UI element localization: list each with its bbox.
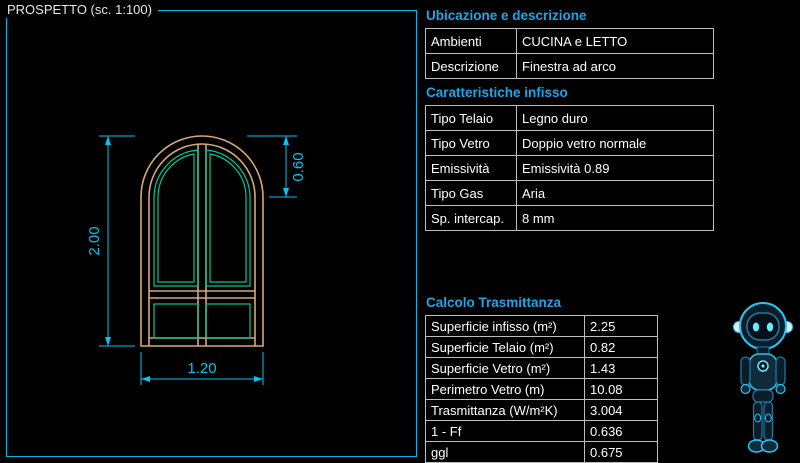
dim-height-label: 2.00 (86, 226, 103, 255)
table-row: Trasmittanza (W/m²K) 3.004 (426, 400, 658, 421)
row-value: 0.636 (585, 421, 658, 442)
section-title-ubicazione: Ubicazione e descrizione (426, 8, 735, 24)
row-value: Doppio vetro normale (517, 131, 714, 156)
mascot-legs (749, 402, 778, 452)
row-label: ggl (426, 442, 585, 463)
row-label: Emissività (426, 156, 517, 181)
table-row: ggl 0.675 (426, 442, 658, 463)
row-label: Tipo Vetro (426, 131, 517, 156)
row-label: Superficie Vetro (m²) (426, 358, 585, 379)
mascot-body (741, 347, 785, 402)
dim-width-label: 1.20 (187, 360, 216, 377)
trasmittanza-table: Superficie infisso (m²) 2.25 Superficie … (425, 315, 658, 463)
caratteristiche-table: Tipo Telaio Legno duro Tipo Vetro Doppio… (425, 105, 714, 231)
table-row: Superficie Telaio (m²) 0.82 (426, 337, 658, 358)
table-row: Sp. intercap. 8 mm (426, 206, 714, 231)
row-value: 0.82 (585, 337, 658, 358)
row-value: Legno duro (517, 106, 714, 131)
row-value: 2.25 (585, 316, 658, 337)
table-row: Superficie Vetro (m²) 1.43 (426, 358, 658, 379)
table-row: Perimetro Vetro (m) 10.08 (426, 379, 658, 400)
section-title-caratteristiche: Caratteristiche infisso (426, 85, 735, 101)
row-value: Emissività 0.89 (517, 156, 714, 181)
row-label: Superficie infisso (m²) (426, 316, 585, 337)
table-row: Tipo Vetro Doppio vetro normale (426, 131, 714, 156)
row-label: Trasmittanza (W/m²K) (426, 400, 585, 421)
table-row: Descrizione Finestra ad arco (426, 54, 714, 79)
row-label: Tipo Gas (426, 181, 517, 206)
row-label: Tipo Telaio (426, 106, 517, 131)
row-value: 1.43 (585, 358, 658, 379)
mascot-head (734, 303, 793, 349)
row-label: 1 - Ff (426, 421, 585, 442)
row-value: 8 mm (517, 206, 714, 231)
section-title-trasmittanza: Calcolo Trasmittanza (426, 295, 735, 311)
window-glass-lines (154, 150, 250, 338)
row-value: Finestra ad arco (517, 54, 714, 79)
robot-mascot (731, 300, 795, 458)
table-row: Emissività Emissività 0.89 (426, 156, 714, 181)
table-row: Tipo Telaio Legno duro (426, 106, 714, 131)
row-label: Superficie Telaio (m²) (426, 337, 585, 358)
row-label: Descrizione (426, 54, 517, 79)
row-label: Sp. intercap. (426, 206, 517, 231)
row-value: Aria (517, 181, 714, 206)
cad-report-screen: PROSPETTO (sc. 1:100) (0, 0, 800, 463)
ubicazione-table: Ambienti CUCINA e LETTO Descrizione Fine… (425, 28, 714, 79)
dim-arch-label: 0.60 (290, 152, 307, 181)
row-value: 10.08 (585, 379, 658, 400)
row-value: 3.004 (585, 400, 658, 421)
row-label: Ambienti (426, 29, 517, 54)
table-row: Ambienti CUCINA e LETTO (426, 29, 714, 54)
prospetto-panel: PROSPETTO (sc. 1:100) (6, 10, 417, 457)
dimension-labels: 2.00 0.60 1.20 (86, 152, 307, 377)
table-row: 1 - Ff 0.636 (426, 421, 658, 442)
table-row: Superficie infisso (m²) 2.25 (426, 316, 658, 337)
window-drawing: 2.00 0.60 1.20 (7, 11, 416, 456)
row-value: 0.675 (585, 442, 658, 463)
row-value: CUCINA e LETTO (517, 29, 714, 54)
window-frame (141, 136, 263, 346)
dimension-arrows (105, 136, 289, 382)
row-label: Perimetro Vetro (m) (426, 379, 585, 400)
report-column: Ubicazione e descrizione Ambienti CUCINA… (425, 8, 735, 463)
table-row: Tipo Gas Aria (426, 181, 714, 206)
